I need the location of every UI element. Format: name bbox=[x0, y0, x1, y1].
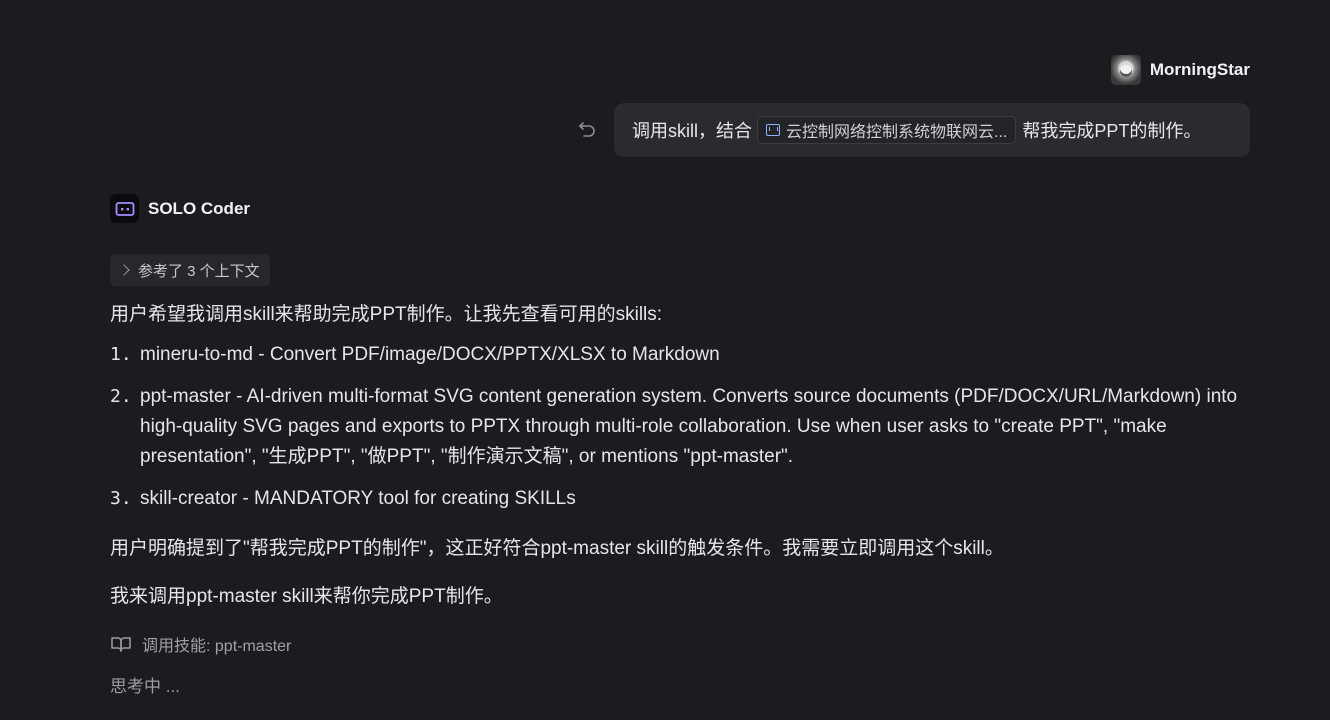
list-item: 3. skill-creator - MANDATORY tool for cr… bbox=[110, 484, 1240, 514]
attached-file-name: 云控制网络控制系统物联网云... bbox=[786, 124, 1008, 141]
skill-call-label: 调用技能: ppt-master bbox=[142, 638, 292, 655]
list-number: 2. bbox=[110, 386, 132, 407]
user-avatar bbox=[1110, 55, 1141, 85]
assistant-name: SOLO Coder bbox=[148, 198, 251, 218]
context-toggle[interactable]: 参考了 3 个上下文 bbox=[110, 254, 270, 286]
list-item: 2. ppt-master - AI-driven multi-format S… bbox=[110, 382, 1240, 472]
skills-list: 1. mineru-to-md - Convert PDF/image/DOCX… bbox=[110, 340, 1240, 514]
list-item: 1. mineru-to-md - Convert PDF/image/DOCX… bbox=[110, 340, 1240, 370]
undo-icon[interactable] bbox=[576, 118, 598, 140]
skill-call-row[interactable]: 调用技能: ppt-master bbox=[110, 632, 291, 656]
assistant-header: SOLO Coder bbox=[110, 194, 250, 223]
user-message-bubble: 调用skill，结合 云控制网络控制系统物联网云... 帮我完成PPT的制作。 bbox=[614, 103, 1250, 157]
response-intro: 用户希望我调用skill来帮助完成PPT制作。让我先查看可用的skills: bbox=[110, 304, 663, 325]
bot-icon bbox=[110, 194, 139, 223]
book-icon bbox=[111, 637, 131, 652]
markdown-file-icon bbox=[766, 124, 780, 136]
list-number: 1. bbox=[110, 344, 132, 365]
attached-file-chip[interactable]: 云控制网络控制系统物联网云... bbox=[757, 116, 1017, 144]
chevron-right-icon bbox=[118, 264, 130, 276]
assistant-response: 用户希望我调用skill来帮助完成PPT制作。让我先查看可用的skills: 1… bbox=[110, 300, 1240, 612]
user-message-text-after: 帮我完成PPT的制作。 bbox=[1022, 121, 1202, 141]
user-message-text-before: 调用skill，结合 bbox=[632, 121, 752, 141]
thinking-status: 思考中 ... bbox=[110, 677, 180, 696]
user-header: MorningStar bbox=[1110, 55, 1250, 85]
list-item-text: mineru-to-md - Convert PDF/image/DOCX/PP… bbox=[140, 344, 720, 365]
list-item-text: ppt-master - AI-driven multi-format SVG … bbox=[140, 386, 1238, 467]
list-item-text: skill-creator - MANDATORY tool for creat… bbox=[140, 488, 576, 509]
context-label: 参考了 3 个上下文 bbox=[138, 262, 260, 280]
response-paragraph: 我来调用ppt-master skill来帮你完成PPT制作。 bbox=[110, 586, 503, 607]
list-number: 3. bbox=[110, 488, 132, 509]
user-name: MorningStar bbox=[1149, 60, 1250, 79]
response-paragraph: 用户明确提到了"帮我完成PPT的制作"，这正好符合ppt-master skil… bbox=[110, 538, 1004, 559]
